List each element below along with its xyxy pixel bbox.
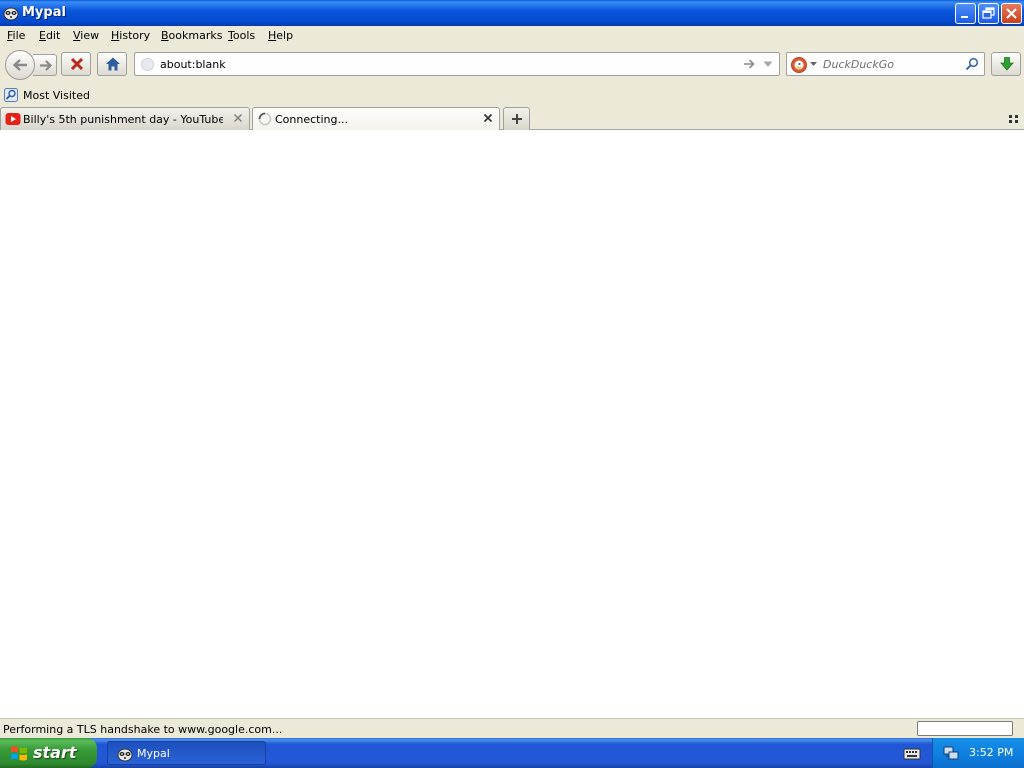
url-bar[interactable] <box>134 52 780 76</box>
navigation-toolbar <box>0 46 1024 84</box>
minimize-icon <box>961 16 968 18</box>
site-identity-icon[interactable] <box>141 58 154 71</box>
search-input[interactable] <box>823 56 963 72</box>
new-tab-button[interactable] <box>503 107 530 130</box>
tab-bar: Billy's 5th punishment day - YouTube Con… <box>0 106 1024 131</box>
system-tray: 3:52 PM <box>932 738 1024 768</box>
back-icon <box>12 59 27 71</box>
tab-title: Connecting... <box>275 113 348 126</box>
stop-button[interactable] <box>61 52 91 76</box>
download-icon <box>1000 57 1014 71</box>
downloads-button[interactable] <box>991 52 1021 76</box>
menu-bookmarks[interactable]: Bookmarks <box>161 29 222 42</box>
menu-file[interactable]: File <box>7 29 25 42</box>
list-all-tabs-icon[interactable] <box>1008 113 1020 125</box>
mypal-raccoon-icon <box>3 7 19 21</box>
network-icon[interactable] <box>943 745 959 761</box>
close-button[interactable] <box>1001 3 1022 24</box>
status-bar: Performing a TLS handshake to www.google… <box>0 718 1024 738</box>
browser-window: Mypal File Edit View History Bookmarks T… <box>0 0 1024 738</box>
progress-meter <box>917 721 1013 736</box>
stop-icon <box>70 57 84 71</box>
minimize-button[interactable] <box>955 3 976 24</box>
start-label: start <box>33 743 77 762</box>
bookmarks-toolbar: Most Visited <box>0 84 1024 106</box>
windows-logo-icon <box>11 746 27 761</box>
menu-help[interactable]: Help <box>268 29 293 42</box>
tab-title: Billy's 5th punishment day - YouTube <box>23 113 223 126</box>
close-icon <box>1006 8 1017 19</box>
tab-connecting[interactable]: Connecting... <box>252 107 500 131</box>
back-button[interactable] <box>5 50 35 80</box>
forward-icon <box>40 60 53 71</box>
start-button[interactable]: start <box>0 738 97 768</box>
go-arrow-icon[interactable] <box>743 58 755 70</box>
page-content-area[interactable] <box>0 130 1024 718</box>
tab-close-icon[interactable] <box>232 112 244 124</box>
url-history-dropdown-icon[interactable] <box>763 61 773 68</box>
loading-spinner-icon <box>258 112 272 126</box>
title-bar[interactable]: Mypal <box>0 0 1024 26</box>
restore-icon <box>982 7 995 19</box>
mypal-raccoon-icon <box>117 748 133 762</box>
most-visited-icon <box>4 88 18 102</box>
url-input[interactable] <box>160 56 740 72</box>
home-icon <box>106 57 120 71</box>
bookmark-label: Most Visited <box>23 89 90 102</box>
clock[interactable]: 3:52 PM <box>969 746 1013 759</box>
home-button[interactable] <box>97 52 127 76</box>
taskbar-item-mypal[interactable]: Mypal <box>107 741 266 765</box>
status-text: Performing a TLS handshake to www.google… <box>3 723 283 736</box>
back-forward-group <box>5 50 58 80</box>
menu-tools[interactable]: Tools <box>228 29 255 42</box>
youtube-icon <box>5 113 21 125</box>
taskbar-item-label: Mypal <box>137 747 170 760</box>
tab-close-icon[interactable] <box>482 112 494 124</box>
keyboard-icon[interactable] <box>903 746 921 760</box>
restore-button[interactable] <box>978 3 999 24</box>
plus-icon <box>512 114 522 124</box>
menu-edit[interactable]: Edit <box>39 29 60 42</box>
search-bar[interactable] <box>786 52 985 76</box>
search-icon[interactable] <box>965 57 979 71</box>
taskbar: start Mypal 3:52 PM <box>0 738 1024 768</box>
forward-button[interactable] <box>33 54 57 76</box>
window-title: Mypal <box>22 5 66 20</box>
search-engine-dropdown-icon[interactable] <box>810 62 817 67</box>
menu-view[interactable]: View <box>73 29 99 42</box>
duckduckgo-icon[interactable] <box>791 57 807 73</box>
menu-bar: File Edit View History Bookmarks Tools H… <box>0 26 1024 46</box>
menu-history[interactable]: History <box>111 29 150 42</box>
tab-youtube[interactable]: Billy's 5th punishment day - YouTube <box>0 107 250 130</box>
